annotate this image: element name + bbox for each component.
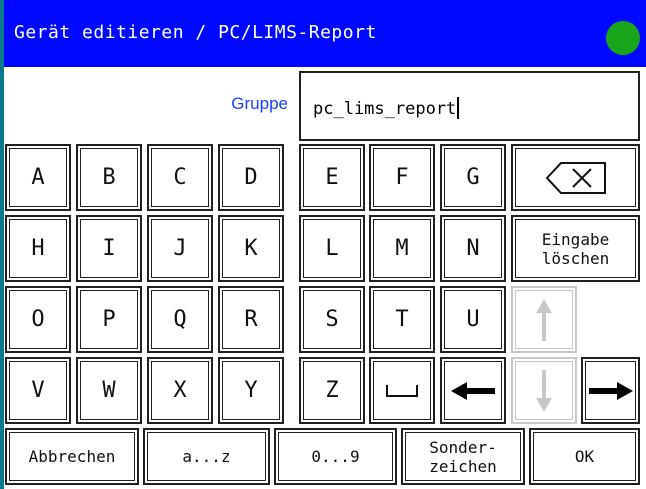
key-e[interactable]: E (299, 144, 365, 211)
cursor-left-button[interactable] (440, 357, 506, 424)
backspace-button[interactable] (511, 144, 640, 211)
cursor-right-button[interactable] (581, 357, 640, 424)
arrow-down-icon (536, 369, 552, 412)
key-s[interactable]: S (299, 286, 365, 353)
key-t[interactable]: T (369, 286, 435, 353)
key-k[interactable]: K (218, 215, 284, 282)
text-caret (457, 97, 460, 119)
cancel-button[interactable]: Abbrechen (5, 428, 139, 485)
group-label: Gruppe (231, 94, 288, 113)
cursor-down-button[interactable] (511, 357, 577, 424)
space-icon (386, 384, 418, 397)
special-chars-button[interactable]: Sonder-zeichen (401, 428, 525, 485)
key-j[interactable]: J (147, 215, 213, 282)
key-i[interactable]: I (76, 215, 142, 282)
lowercase-mode-button[interactable]: a...z (143, 428, 270, 485)
key-y[interactable]: Y (218, 357, 284, 424)
key-m[interactable]: M (369, 215, 435, 282)
arrow-up-icon (536, 298, 552, 341)
key-a[interactable]: A (5, 144, 71, 211)
key-v[interactable]: V (5, 357, 71, 424)
key-x[interactable]: X (147, 357, 213, 424)
key-q[interactable]: Q (147, 286, 213, 353)
backspace-icon (545, 161, 606, 194)
title-bar: Gerät editieren / PC/LIMS-Report (0, 0, 646, 67)
key-r[interactable]: R (218, 286, 284, 353)
key-n[interactable]: N (440, 215, 506, 282)
key-c[interactable]: C (147, 144, 213, 211)
arrow-left-icon (451, 381, 495, 400)
group-input-value: pc_lims_report (313, 99, 457, 119)
key-f[interactable]: F (369, 144, 435, 211)
key-l[interactable]: L (299, 215, 365, 282)
arrow-right-icon (588, 381, 633, 400)
key-z[interactable]: Z (299, 357, 365, 424)
clear-input-button[interactable]: Eingabe löschen (511, 215, 640, 282)
key-h[interactable]: H (5, 215, 71, 282)
key-b[interactable]: B (76, 144, 142, 211)
key-w[interactable]: W (76, 357, 142, 424)
space-key[interactable] (369, 357, 435, 424)
key-g[interactable]: G (440, 144, 506, 211)
key-p[interactable]: P (76, 286, 142, 353)
status-indicator-icon (606, 21, 640, 55)
dialog-window: Gerät editieren / PC/LIMS-Report Gruppe … (0, 0, 646, 489)
cursor-up-button[interactable] (511, 286, 577, 353)
key-d[interactable]: D (218, 144, 284, 211)
key-o[interactable]: O (5, 286, 71, 353)
key-u[interactable]: U (440, 286, 506, 353)
digits-mode-button[interactable]: 0...9 (274, 428, 397, 485)
ok-button[interactable]: OK (529, 428, 640, 485)
group-input[interactable]: pc_lims_report (299, 71, 640, 141)
window-border (0, 0, 4, 489)
window-title: Gerät editieren / PC/LIMS-Report (14, 22, 377, 43)
